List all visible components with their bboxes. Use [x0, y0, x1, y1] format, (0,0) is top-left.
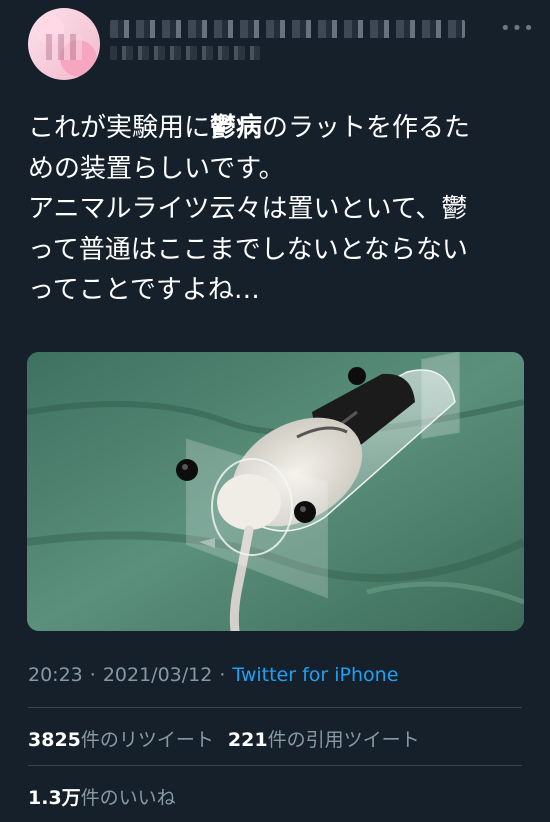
retweets-count: 3825: [28, 729, 81, 751]
retweet-stats: 3825件のリツイート 221件の引用ツイート: [28, 725, 420, 752]
quotes-label: 件の引用ツイート: [267, 729, 420, 751]
tweet-time[interactable]: 20:23: [28, 664, 83, 686]
tweet-text-line1a: これが実験用に: [28, 113, 211, 143]
quotes-count: 221: [227, 729, 268, 751]
blurred-display-name[interactable]: [110, 20, 465, 38]
tweet-text-line5: ってことですよね…: [28, 275, 260, 305]
divider: [28, 707, 522, 708]
likes-label: 件のいいね: [80, 787, 176, 809]
tweet-text-line4: って普通はここまでしないとならない: [28, 234, 468, 265]
tweet-header: •••: [0, 0, 550, 90]
blurred-username[interactable]: [110, 46, 260, 60]
rat-restrainer-photo: [27, 352, 524, 631]
meta-separator: ·: [89, 664, 96, 686]
tweet-meta: 20:23 · 2021/03/12 · Twitter for iPhone: [28, 664, 398, 686]
divider: [28, 765, 522, 766]
tweet-photo[interactable]: [27, 352, 524, 631]
tweet-date[interactable]: 2021/03/12: [103, 664, 213, 686]
quotes-link[interactable]: 221件の引用ツイート: [228, 725, 420, 752]
tweet-text-line2: めの装置らしいです。: [28, 153, 285, 184]
retweets-label: 件のリツイート: [80, 729, 214, 751]
likes-link[interactable]: 1.3万件のいいね: [28, 783, 176, 810]
tweet-text-bold: 鬱病: [210, 113, 263, 143]
tweet-source-link[interactable]: Twitter for iPhone: [232, 664, 398, 686]
tweet-text: これが実験用に鬱病のラットを作るた めの装置らしいです。 アニマルライツ云々は置…: [28, 108, 528, 311]
meta-separator: ·: [219, 664, 226, 686]
likes-count: 1.3万: [28, 787, 81, 809]
retweets-link[interactable]: 3825件のリツイート: [28, 725, 214, 752]
avatar[interactable]: [28, 8, 100, 80]
tweet-text-line1b: のラットを作るた: [262, 113, 471, 143]
tweet-text-line3: アニマルライツ云々は置いといて、鬱: [28, 194, 468, 224]
more-horizontal-icon[interactable]: •••: [500, 18, 535, 39]
